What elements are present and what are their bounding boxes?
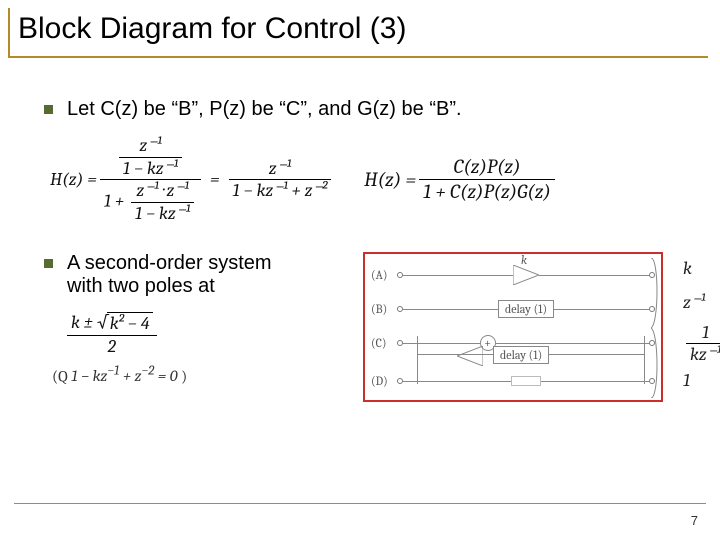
poles-radicand: k² − 4: [107, 312, 153, 335]
bullet-1-text: Let C(z) be “B”, P(z) be “C”, and G(z) b…: [67, 98, 462, 121]
eq1-lhs: H(z) =: [50, 169, 97, 191]
wire-icon: [541, 381, 649, 382]
annot-k: k: [683, 258, 692, 279]
equation-H-closedloop: H(z) = C(z)P(z) 1 + C(z)P(z)G(z): [364, 155, 558, 204]
row-D-label: (D): [371, 374, 397, 388]
eq1-result-num: z⁻¹: [265, 158, 295, 180]
gain-triangle-rev-icon: [457, 346, 483, 366]
annot-one: 1: [698, 322, 713, 343]
bullet-2: A second-order system with two poles at: [44, 252, 343, 298]
diagram-row-C: (C) + delay (1): [371, 328, 655, 358]
bullet-2a: A second-order system: [67, 252, 272, 274]
diagram-row-D: (D): [371, 366, 655, 396]
diagram-row-B: (B) delay (1): [371, 294, 655, 324]
eq1-one-plus: 1 +: [104, 190, 124, 211]
gain-k-label: k: [521, 253, 527, 267]
eq2-frac: C(z)P(z) 1 + C(z)P(z)G(z): [419, 155, 555, 204]
wire-icon: [403, 343, 480, 344]
delay-box-feedback: delay (1): [493, 346, 549, 364]
delay-box: delay (1): [498, 300, 554, 318]
eq2-num: C(z)P(z): [449, 155, 524, 179]
bullet-2-text: A second-order system with two poles at: [67, 252, 272, 298]
block-diagram: (A) k (B) delay (1): [363, 252, 663, 402]
eq2-lhs: H(z) =: [364, 168, 416, 192]
eq1-outer-den: 1 − kz⁻¹: [131, 203, 194, 225]
diagram-row-A: (A) k: [371, 260, 655, 290]
footer-rule: [14, 503, 706, 504]
annot-zinv: z⁻¹: [683, 292, 705, 313]
row-B-label: (B): [371, 302, 397, 316]
eq1-inner-den: 1 − kz⁻¹: [119, 158, 182, 180]
poles-k-pm: k ±: [71, 312, 97, 333]
wire-icon: [539, 275, 649, 276]
eq1-result-frac: z⁻¹ 1 − kz⁻¹ + z⁻²: [229, 158, 332, 202]
row-A-label: (A): [371, 268, 397, 282]
char-Q: Q: [58, 367, 68, 385]
annot-frac1: 1 kz⁻¹: [683, 322, 720, 365]
equation-row: H(z) = z⁻¹ 1 − kz⁻¹ 1 + z⁻¹ · z⁻¹: [50, 135, 692, 224]
wire-icon: [554, 309, 649, 310]
sqrt-icon: √ k² − 4: [97, 312, 153, 335]
wire-icon: [496, 343, 649, 344]
bullet-2b: with two poles at: [67, 275, 215, 297]
wire-icon: [403, 381, 511, 382]
row-C-label: (C): [371, 336, 397, 350]
annot-kz: kz⁻¹: [686, 344, 720, 365]
wire-icon: [403, 275, 513, 276]
second-bullet-row: A second-order system with two poles at …: [44, 252, 692, 402]
eq1-result-den: 1 − kz⁻¹ + z⁻²: [229, 180, 332, 202]
gain-triangle-icon: k: [513, 265, 539, 285]
wire-icon: [403, 309, 498, 310]
page-number: 7: [691, 513, 698, 528]
bullet-1: Let C(z) be “B”, P(z) be “C”, and G(z) b…: [44, 98, 692, 121]
bullet-square-icon: [44, 259, 53, 268]
bullet-square-icon: [44, 105, 53, 114]
slide-title: Block Diagram for Control (3): [8, 8, 708, 58]
char-eq: (Q ( 1 − kz⁻¹ + z⁻² = 0 )1 − kz−1 + z−2 …: [52, 364, 343, 385]
eq1-equals: =: [210, 169, 220, 191]
equation-H-derivation: H(z) = z⁻¹ 1 − kz⁻¹ 1 + z⁻¹ · z⁻¹: [50, 135, 334, 224]
empty-block-icon: [511, 376, 541, 386]
eq1-outer-num: z⁻¹ · z⁻¹: [132, 180, 192, 202]
annot-one2: 1: [683, 370, 690, 391]
poles-expression: k ± √ k² − 4 2: [64, 312, 160, 357]
brace-icon: [651, 258, 659, 398]
eq1-inner-num: z⁻¹: [135, 135, 165, 157]
eq2-den: 1 + C(z)P(z)G(z): [419, 180, 555, 204]
poles-den: 2: [104, 336, 120, 358]
eq1-big-frac: z⁻¹ 1 − kz⁻¹ 1 + z⁻¹ · z⁻¹ 1 − kz⁻¹: [100, 135, 201, 224]
